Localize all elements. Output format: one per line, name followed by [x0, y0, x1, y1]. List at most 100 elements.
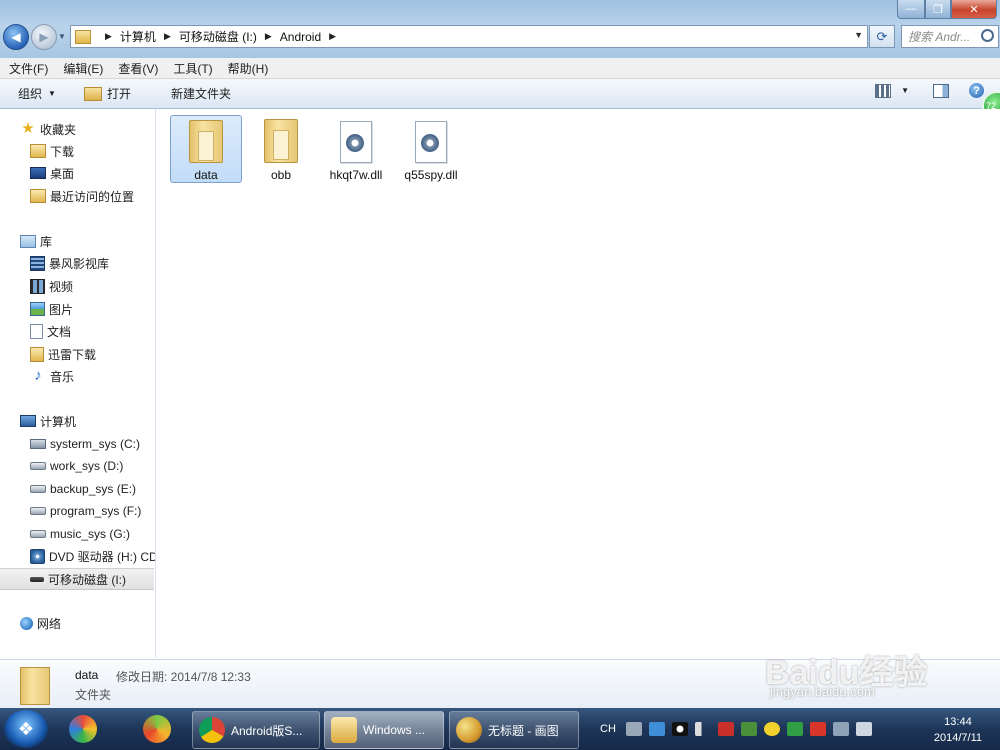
clock[interactable]: 13:44 2014/7/11	[934, 714, 982, 746]
file-item-hkqt7w-dll[interactable]: hkqt7w.dll	[320, 115, 392, 183]
clock-time: 13:44	[944, 716, 972, 728]
close-button[interactable]: ✕	[951, 0, 997, 19]
menu-file[interactable]: 文件(F)	[9, 60, 48, 77]
file-name: hkqt7w.dll	[329, 168, 383, 182]
breadcrumb: ▶ 计算机 ▶ 可移动磁盘 (I:) ▶ Android ▶	[97, 28, 344, 45]
music-note-icon: ♪	[34, 367, 42, 384]
nav-network[interactable]: 网络	[20, 613, 61, 633]
library-icon	[20, 234, 36, 248]
nav-item-label: backup_sys (E:)	[50, 482, 137, 496]
file-name: obb	[270, 168, 292, 182]
nav-item-drive-d[interactable]: work_sys (D:)	[30, 456, 123, 476]
qq-penguin-icon[interactable]	[671, 722, 688, 736]
file-item-data[interactable]: data	[170, 115, 242, 183]
address-dropdown-icon[interactable]: ▼	[854, 30, 863, 40]
organize-button[interactable]: 组织 ▼	[18, 85, 56, 102]
volume-wave-icon[interactable]	[855, 722, 872, 736]
menu-tools[interactable]: 工具(T)	[173, 60, 212, 77]
help-icon[interactable]: ?	[969, 83, 984, 98]
menu-edit[interactable]: 编辑(E)	[63, 60, 103, 77]
nav-item-recent-places[interactable]: 最近访问的位置	[30, 186, 134, 206]
preview-pane-icon[interactable]	[933, 83, 949, 98]
pinned-app-photos[interactable]	[56, 712, 110, 746]
window-titlebar: — ❐ ✕ ◀ ▶ ▼ ▶ 计算机 ▶ 可移动磁盘 (I:) ▶ Android…	[0, 0, 1000, 58]
nav-item-documents[interactable]: 文档	[30, 321, 71, 341]
new-folder-button[interactable]: 新建文件夹	[171, 85, 231, 102]
refresh-icon: ⟳	[876, 28, 888, 44]
window-controls: — ❐ ✕	[897, 0, 997, 19]
chrome-icon	[199, 717, 225, 743]
back-button[interactable]: ◀	[3, 24, 29, 50]
file-name: q55spy.dll	[404, 168, 458, 182]
nav-favorites[interactable]: ★ 收藏夹	[20, 119, 76, 139]
menu-view[interactable]: 查看(V)	[118, 60, 158, 77]
browser-ball-icon	[143, 715, 171, 743]
taskbar: ❖ Android版S... Windows ... 无标题 - 画图 CH 1…	[0, 708, 1000, 750]
menu-help[interactable]: 帮助(H)	[228, 60, 269, 77]
refresh-button[interactable]: ⟳	[869, 25, 895, 48]
breadcrumb-chevron-icon[interactable]: ▶	[164, 31, 171, 42]
taskbar-button-label: 无标题 - 画图	[488, 723, 559, 738]
app-tray-icon[interactable]	[648, 722, 665, 736]
nav-item-xunlei-downloads[interactable]: 迅雷下载	[30, 344, 96, 364]
folder-icon	[20, 667, 50, 705]
minimize-button[interactable]: —	[897, 0, 925, 19]
file-item-q55spy-dll[interactable]: q55spy.dll	[395, 115, 467, 183]
nav-item-label: 文档	[47, 324, 72, 339]
gear-icon	[346, 134, 364, 152]
ime-indicator[interactable]: CH	[600, 723, 616, 735]
nav-item-baofeng-library[interactable]: 暴风影视库	[30, 253, 109, 273]
add-plus-icon[interactable]	[763, 722, 780, 736]
taskbar-button-explorer[interactable]: Windows ...	[324, 711, 444, 749]
nav-item-dvd-drive[interactable]: DVD 驱动器 (H:) CD	[30, 546, 155, 566]
nav-item-removable-drive[interactable]: 可移动磁盘 (I:)	[0, 568, 154, 590]
open-button[interactable]: 打开	[83, 85, 131, 102]
network-tray-icon[interactable]	[832, 722, 849, 736]
organize-label: 组织	[18, 87, 43, 101]
forward-button[interactable]: ▶	[31, 24, 57, 50]
pinned-app-browser[interactable]	[130, 712, 184, 746]
view-options-icon[interactable]	[875, 83, 892, 98]
network-icon	[20, 616, 33, 630]
breadcrumb-drive[interactable]: 可移动磁盘 (I:)	[179, 28, 257, 45]
usb-drive-icon	[30, 576, 44, 582]
taskbar-button-chrome[interactable]: Android版S...	[192, 711, 320, 749]
nav-item-desktop[interactable]: 桌面	[30, 163, 74, 183]
nav-item-drive-c[interactable]: systerm_sys (C:)	[30, 434, 140, 454]
nav-item-music[interactable]: ♪ 音乐	[30, 366, 74, 386]
details-modified: 修改日期: 2014/7/8 12:33	[116, 670, 251, 684]
chevron-down-icon[interactable]: ▼	[901, 86, 909, 95]
security-alert-icon[interactable]	[717, 722, 734, 736]
taskbar-button-paint[interactable]: 无标题 - 画图	[449, 711, 579, 749]
nav-computer[interactable]: 计算机	[20, 411, 76, 431]
nav-item-label: 最近访问的位置	[50, 189, 135, 204]
file-item-obb[interactable]: obb	[245, 115, 317, 183]
search-input[interactable]: 搜索 Andr...	[901, 25, 999, 48]
keyboard-icon[interactable]	[625, 722, 642, 736]
recent-pages-dropdown[interactable]: ▼	[58, 32, 66, 41]
folder-icon	[189, 120, 223, 163]
nav-libraries[interactable]: 库	[20, 231, 52, 251]
nav-item-drive-f[interactable]: program_sys (F:)	[30, 501, 141, 521]
breadcrumb-chevron-icon[interactable]: ▶	[265, 31, 272, 42]
flag-icon[interactable]	[809, 722, 826, 736]
nav-item-videos[interactable]: 视频	[30, 276, 73, 296]
shield-icon[interactable]	[740, 722, 757, 736]
volume-icon[interactable]	[694, 722, 711, 736]
breadcrumb-chevron-icon[interactable]: ▶	[105, 31, 112, 42]
nav-item-label: 迅雷下载	[48, 347, 97, 362]
check-icon[interactable]	[786, 722, 803, 736]
nav-item-downloads[interactable]: 下载	[30, 141, 74, 161]
details-type: 文件夹	[75, 688, 112, 702]
maximize-button[interactable]: ❐	[925, 0, 951, 19]
start-button[interactable]: ❖	[4, 710, 48, 748]
details-name: data	[75, 668, 99, 682]
breadcrumb-chevron-icon[interactable]: ▶	[329, 31, 336, 42]
address-bar[interactable]: ▶ 计算机 ▶ 可移动磁盘 (I:) ▶ Android ▶ ▼	[70, 25, 868, 48]
menu-bar: 文件(F) 编辑(E) 查看(V) 工具(T) 帮助(H)	[0, 58, 1000, 79]
breadcrumb-computer[interactable]: 计算机	[120, 28, 156, 45]
nav-item-drive-e[interactable]: backup_sys (E:)	[30, 479, 136, 499]
nav-item-pictures[interactable]: 图片	[30, 299, 73, 319]
breadcrumb-android[interactable]: Android	[280, 30, 321, 44]
nav-item-drive-g[interactable]: music_sys (G:)	[30, 524, 130, 544]
